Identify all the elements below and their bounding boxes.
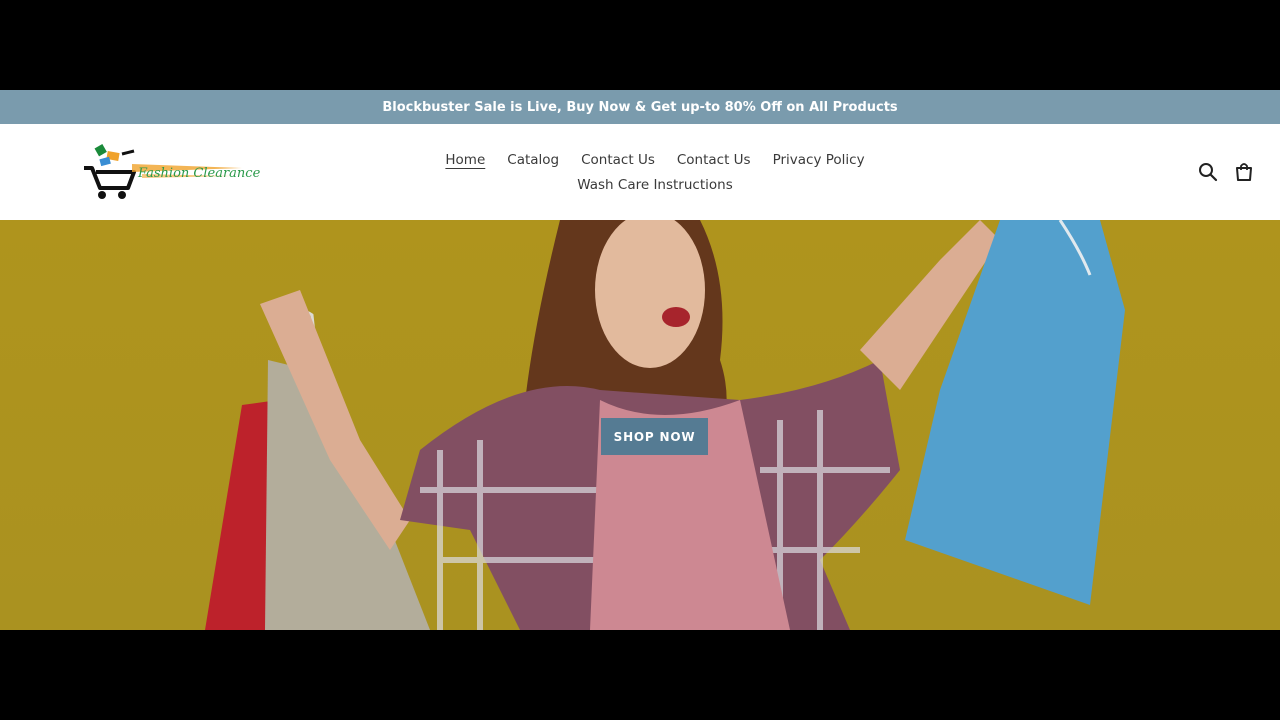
announcement-bar: Blockbuster Sale is Live, Buy Now & Get …	[0, 90, 1280, 124]
announcement-text: Blockbuster Sale is Live, Buy Now & Get …	[382, 99, 898, 115]
main-nav: Home Catalog Contact Us Contact Us Priva…	[420, 148, 890, 198]
header-icons	[1198, 162, 1254, 182]
cart-icon[interactable]	[1234, 162, 1254, 182]
nav-link-contact-us-2[interactable]: Contact Us	[677, 148, 751, 173]
nav-link-wash-care[interactable]: Wash Care Instructions	[577, 173, 732, 198]
brand-logo[interactable]: Fashion Clearance	[82, 144, 260, 202]
search-icon[interactable]	[1198, 162, 1218, 182]
hero-banner: SHOP NOW	[0, 220, 1280, 630]
brand-name: Fashion Clearance	[138, 166, 261, 181]
shop-now-button[interactable]: SHOP NOW	[601, 418, 708, 455]
letterbox-bottom	[0, 630, 1280, 720]
nav-link-privacy-policy[interactable]: Privacy Policy	[773, 148, 865, 173]
letterbox-top	[0, 0, 1280, 90]
site-header: Fashion Clearance Home Catalog Contact U…	[0, 124, 1280, 220]
nav-link-contact-us[interactable]: Contact Us	[581, 148, 655, 173]
nav-link-home[interactable]: Home	[445, 148, 485, 173]
nav-link-catalog[interactable]: Catalog	[507, 148, 559, 173]
